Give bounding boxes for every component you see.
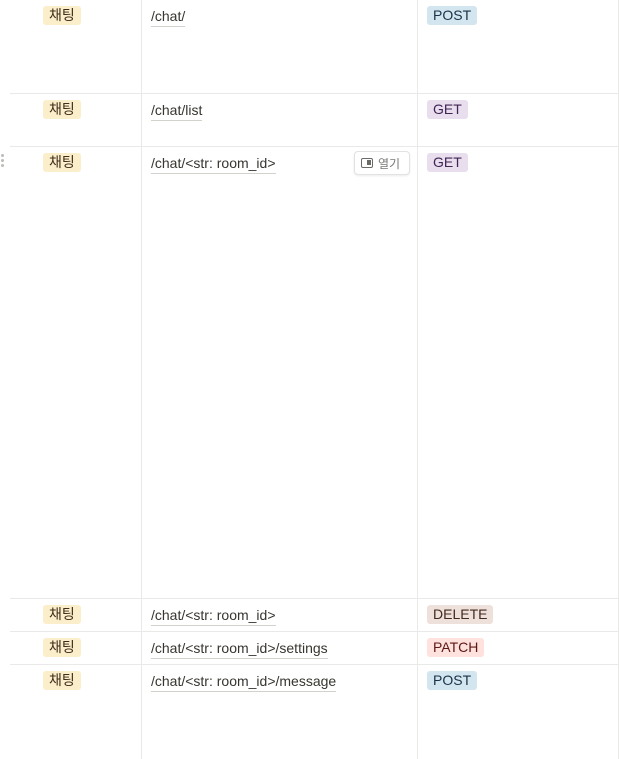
category-tag: 채팅 xyxy=(43,638,81,657)
route-cell[interactable]: /chat/list xyxy=(142,94,418,146)
row-drag-handle-icon[interactable] xyxy=(0,154,6,170)
route-title[interactable]: /chat/list xyxy=(151,101,203,121)
method-tag: GET xyxy=(427,100,468,119)
route-title[interactable]: /chat/<str: room_id> xyxy=(151,154,276,174)
side-peek-icon xyxy=(361,158,373,168)
category-cell[interactable]: 채팅 xyxy=(10,632,142,664)
category-tag: 채팅 xyxy=(43,671,81,690)
route-title[interactable]: /chat/<str: room_id>/settings xyxy=(151,639,328,659)
category-cell[interactable]: 채팅 xyxy=(10,94,142,146)
route-title[interactable]: /chat/<str: room_id> xyxy=(151,606,276,626)
category-tag: 채팅 xyxy=(43,605,81,624)
method-cell[interactable]: GET xyxy=(418,147,619,598)
method-cell[interactable]: DELETE xyxy=(418,599,619,631)
route-title[interactable]: /chat/ xyxy=(151,7,186,27)
category-tag: 채팅 xyxy=(43,6,81,25)
table-row[interactable]: 채팅 /chat/<str: room_id> 열기 GET xyxy=(10,147,619,599)
category-tag: 채팅 xyxy=(43,153,81,172)
route-cell[interactable]: /chat/<str: room_id>/message xyxy=(142,665,418,759)
route-cell[interactable]: /chat/<str: room_id> 열기 xyxy=(142,147,418,598)
method-tag: POST xyxy=(427,671,478,690)
method-cell[interactable]: GET xyxy=(418,94,619,146)
method-cell[interactable]: POST xyxy=(418,665,619,759)
route-title[interactable]: /chat/<str: room_id>/message xyxy=(151,672,337,692)
method-tag: GET xyxy=(427,153,468,172)
category-tag: 채팅 xyxy=(43,100,81,119)
method-cell[interactable]: PATCH xyxy=(418,632,619,664)
category-cell[interactable]: 채팅 xyxy=(10,0,142,93)
method-tag: POST xyxy=(427,6,478,25)
open-label: 열기 xyxy=(378,156,401,171)
table-row[interactable]: 채팅 /chat/ POST xyxy=(10,0,619,94)
route-cell[interactable]: /chat/<str: room_id>/settings xyxy=(142,632,418,664)
route-cell[interactable]: /chat/<str: room_id> xyxy=(142,599,418,631)
open-page-button[interactable]: 열기 xyxy=(354,151,410,175)
category-cell[interactable]: 채팅 xyxy=(10,665,142,759)
table-row[interactable]: 채팅 /chat/<str: room_id>/settings PATCH xyxy=(10,632,619,665)
table-row[interactable]: 채팅 /chat/<str: room_id>/message POST xyxy=(10,665,619,759)
route-cell[interactable]: /chat/ xyxy=(142,0,418,93)
method-tag: DELETE xyxy=(427,605,494,624)
table-row[interactable]: 채팅 /chat/list GET xyxy=(10,94,619,147)
table-row[interactable]: 채팅 /chat/<str: room_id> DELETE xyxy=(10,599,619,632)
category-cell[interactable]: 채팅 xyxy=(10,599,142,631)
method-cell[interactable]: POST xyxy=(418,0,619,93)
api-table: 채팅 /chat/ POST 채팅 /chat/list GET 채팅 /cha… xyxy=(10,0,619,759)
method-tag: PATCH xyxy=(427,638,485,657)
category-cell[interactable]: 채팅 xyxy=(10,147,142,598)
